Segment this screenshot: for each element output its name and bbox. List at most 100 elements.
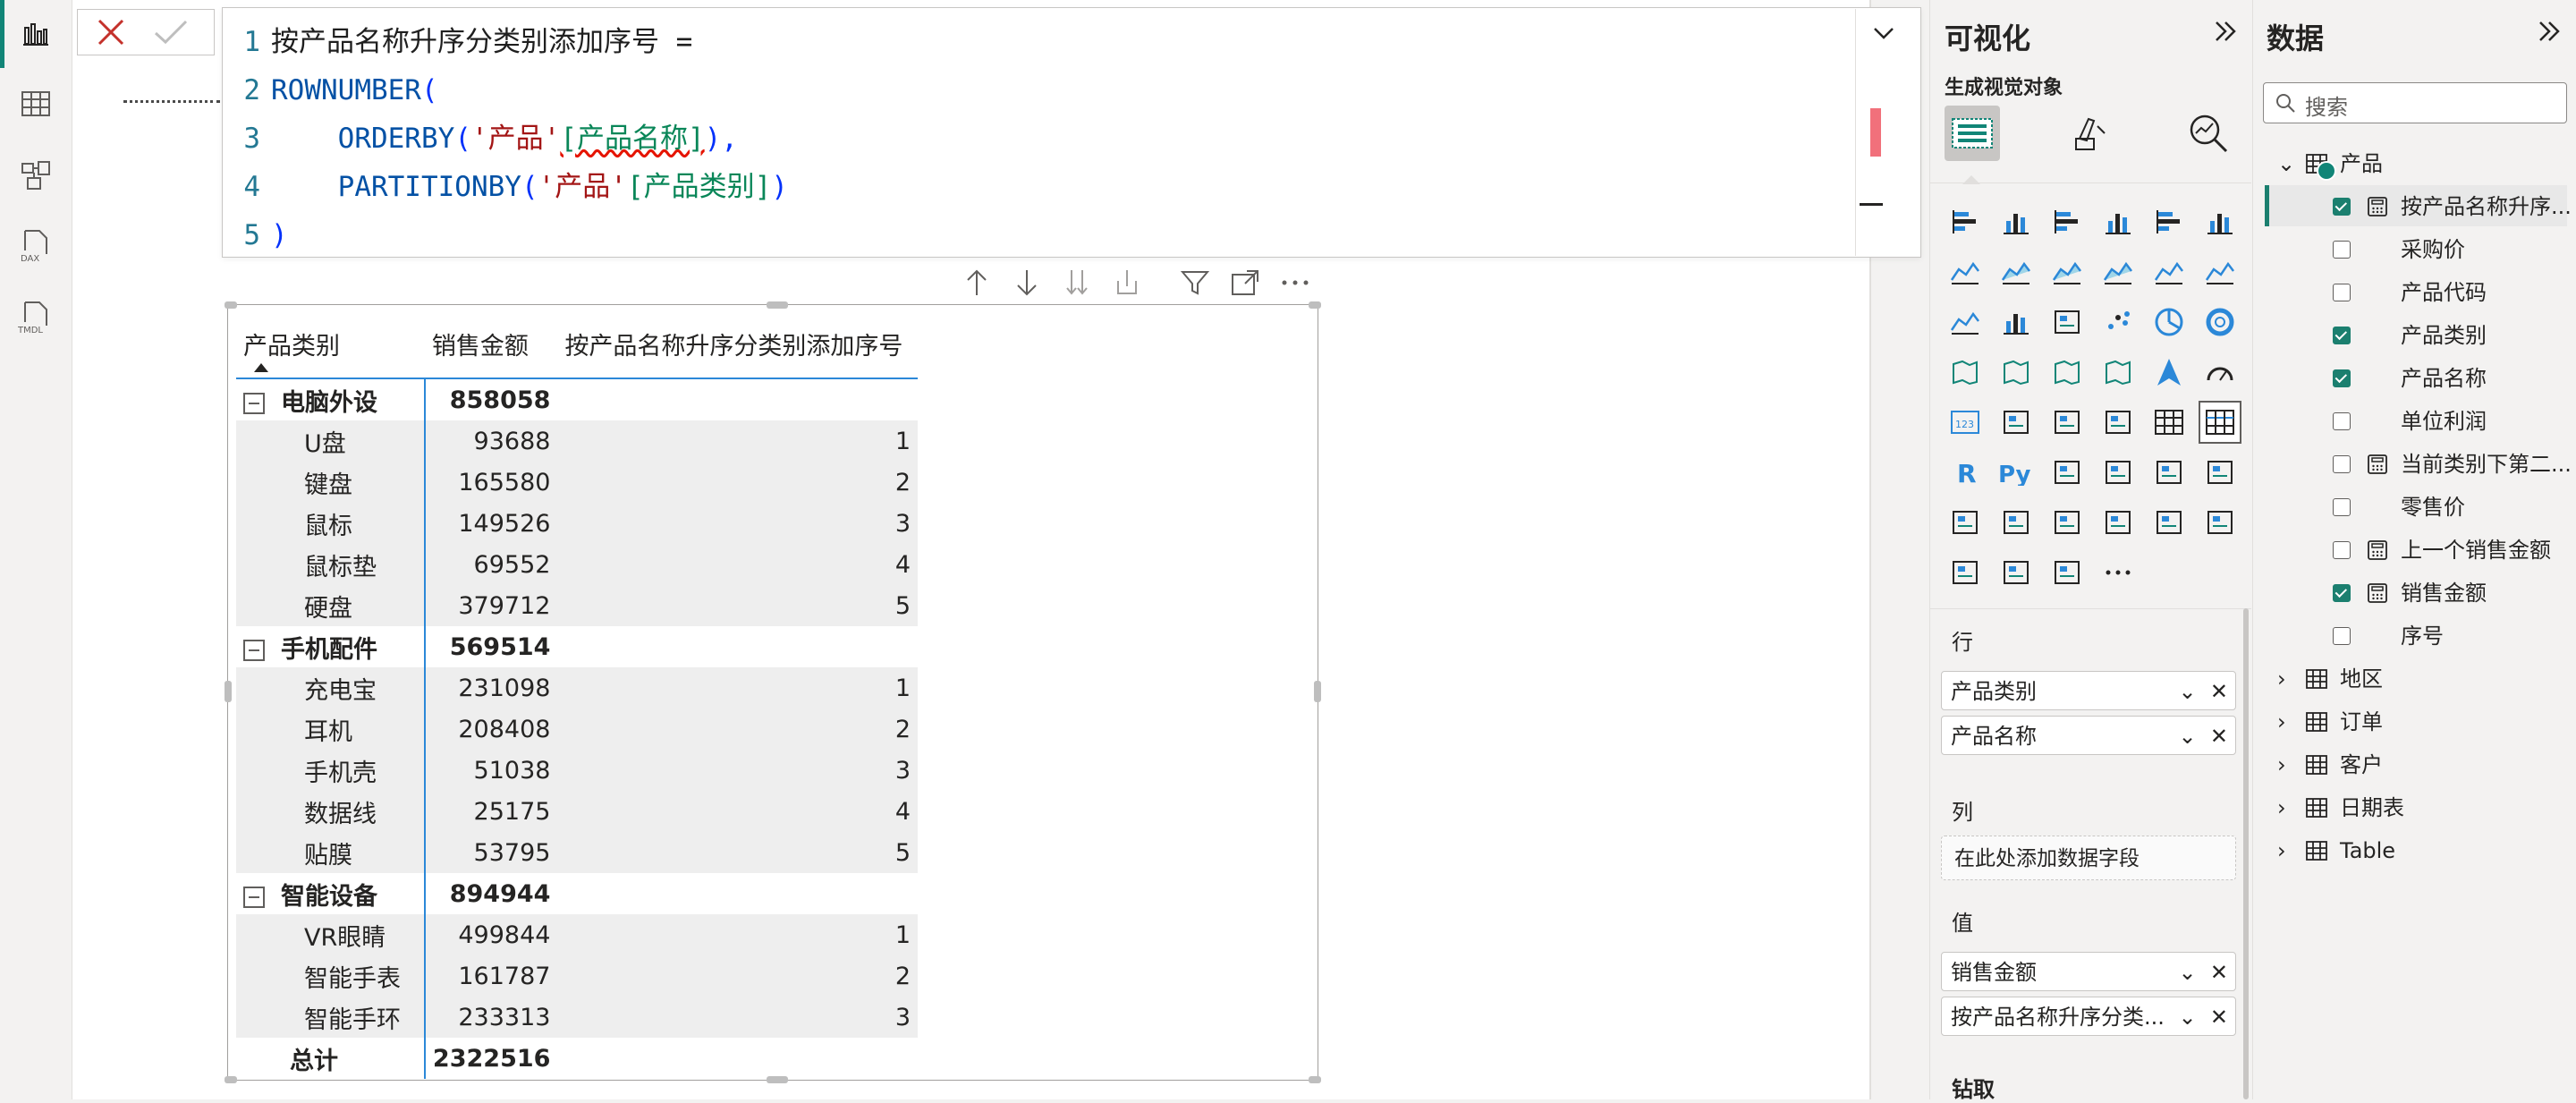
resize-handle[interactable]: [1314, 681, 1321, 702]
shape-map-icon[interactable]: [2098, 352, 2138, 392]
values-field-sales[interactable]: 销售金额 ⌄ ✕: [1941, 952, 2236, 991]
field-item[interactable]: 单位利润: [2333, 401, 2487, 442]
drill-up-icon[interactable]: [962, 267, 992, 298]
donut-chart-icon[interactable]: [2200, 302, 2240, 342]
qa-icon[interactable]: [2149, 453, 2189, 492]
chevron-right-icon[interactable]: ›: [2277, 830, 2297, 871]
paginated-report-icon[interactable]: [1996, 503, 2036, 542]
table-node[interactable]: › 日期表: [2277, 787, 2404, 828]
column-header-sales[interactable]: 销售金额: [424, 310, 558, 379]
table-node[interactable]: › 地区: [2277, 658, 2383, 700]
100-stacked-area-chart-icon[interactable]: [2098, 252, 2138, 292]
power-automate-icon[interactable]: [2200, 503, 2240, 542]
more-options-icon[interactable]: [1280, 267, 1310, 298]
close-icon[interactable]: ✕: [2210, 1005, 2228, 1030]
analytics-tab-icon[interactable]: [2181, 106, 2236, 161]
scatter-chart-icon[interactable]: [2098, 302, 2138, 342]
collapse-icon[interactable]: [243, 393, 265, 414]
power-apps-visual-icon[interactable]: [1996, 553, 2036, 592]
rows-field-category[interactable]: 产品类别 ⌄ ✕: [1941, 671, 2236, 710]
field-item[interactable]: 采购价: [2333, 229, 2465, 270]
more-visuals-icon[interactable]: [2098, 553, 2138, 592]
close-icon[interactable]: ✕: [2210, 960, 2228, 985]
values-field-row-number[interactable]: 按产品名称升序分类... ⌄ ✕: [1941, 997, 2236, 1036]
chevron-down-icon[interactable]: ⌄: [2179, 1005, 2197, 1030]
chevron-down-icon[interactable]: ⌄: [2179, 679, 2197, 704]
resize-handle[interactable]: [225, 681, 232, 702]
resize-handle[interactable]: [1309, 1076, 1321, 1083]
power-automate-flow-icon[interactable]: [1945, 553, 1985, 592]
table-node[interactable]: › Table: [2277, 830, 2395, 871]
stacked-column-chart-icon[interactable]: [1996, 202, 2036, 242]
matrix-icon[interactable]: [2199, 401, 2241, 444]
build-visual-tab-icon[interactable]: [1945, 106, 2000, 161]
collapse-icon[interactable]: [243, 887, 265, 908]
columns-drop-zone[interactable]: 在此处添加数据字段: [1941, 836, 2236, 880]
chevron-right-icon[interactable]: ›: [2277, 787, 2297, 828]
power-automate-button-icon[interactable]: [2047, 553, 2087, 592]
field-item[interactable]: 产品类别: [2333, 315, 2487, 356]
clustered-column-chart-icon[interactable]: [2098, 202, 2138, 242]
ribbon-chart-icon[interactable]: [1945, 302, 1985, 342]
close-icon[interactable]: ✕: [2210, 679, 2228, 704]
field-item[interactable]: 产品名称: [2333, 358, 2487, 399]
column-header-row-number[interactable]: 按产品名称升序分类别添加序号: [557, 310, 918, 379]
r-visual-icon[interactable]: R: [1945, 453, 1985, 492]
table-view-icon[interactable]: [16, 84, 55, 123]
chevron-right-icon[interactable]: ›: [2277, 744, 2297, 785]
collapse-viz-pane-icon[interactable]: [2213, 18, 2240, 52]
field-item[interactable]: 序号: [2333, 615, 2444, 657]
model-view-icon[interactable]: [16, 156, 55, 195]
data-search-input[interactable]: 搜索: [2263, 82, 2567, 123]
clustered-bar-chart-icon[interactable]: [2047, 202, 2087, 242]
field-checkbox[interactable]: [2333, 327, 2351, 344]
chevron-down-icon[interactable]: ⌄: [2179, 724, 2197, 749]
field-checkbox[interactable]: [2333, 498, 2351, 516]
goals-icon[interactable]: [1945, 503, 1985, 542]
filled-map-icon[interactable]: [2047, 352, 2087, 392]
table-node[interactable]: › 客户: [2277, 744, 2383, 785]
field-item[interactable]: 按产品名称升序...: [2333, 186, 2572, 227]
dax-formula-editor[interactable]: 1 按产品名称升序分类别添加序号 = 2 ROWNUMBER( 3 ORDERBY(…: [222, 7, 1921, 258]
field-checkbox[interactable]: [2333, 584, 2351, 602]
field-item[interactable]: 当前类别下第二...: [2333, 444, 2572, 485]
scroll-thumb[interactable]: [1860, 203, 1883, 206]
kpi-icon[interactable]: [2047, 403, 2087, 442]
key-influencers-icon[interactable]: [2047, 453, 2087, 492]
resize-handle[interactable]: [767, 301, 788, 309]
stacked-area-chart-icon[interactable]: [2047, 252, 2087, 292]
expand-all-icon[interactable]: [1112, 267, 1142, 298]
funnel-chart-icon[interactable]: [2047, 302, 2087, 342]
collapse-data-pane-icon[interactable]: [2537, 18, 2563, 52]
field-checkbox[interactable]: [2333, 455, 2351, 473]
format-visual-tab-icon[interactable]: [2063, 106, 2118, 161]
field-checkbox[interactable]: [2333, 198, 2351, 216]
card-new-icon[interactable]: [2047, 503, 2087, 542]
slicer-icon[interactable]: [2098, 403, 2138, 442]
drill-down-icon[interactable]: [1012, 267, 1042, 298]
commit-formula-icon[interactable]: [153, 17, 189, 51]
treemap-icon[interactable]: [1945, 352, 1985, 392]
line-and-clustered-column-icon[interactable]: [2200, 252, 2240, 292]
waterfall-chart-icon[interactable]: [1996, 302, 2036, 342]
slicer-new-icon[interactable]: [2098, 503, 2138, 542]
filter-icon[interactable]: [1180, 267, 1210, 298]
decomposition-tree-icon[interactable]: [2098, 453, 2138, 492]
field-checkbox[interactable]: [2333, 241, 2351, 259]
field-checkbox[interactable]: [2333, 284, 2351, 301]
chevron-down-icon[interactable]: ⌄: [2277, 143, 2297, 184]
field-item[interactable]: 上一个销售金额: [2333, 530, 2551, 571]
rows-field-product-name[interactable]: 产品名称 ⌄ ✕: [1941, 716, 2236, 755]
field-checkbox[interactable]: [2333, 627, 2351, 645]
chevron-down-icon[interactable]: [1872, 24, 1895, 46]
chevron-right-icon[interactable]: ›: [2277, 701, 2297, 742]
stacked-bar-chart-icon[interactable]: [1945, 202, 1985, 242]
field-checkbox[interactable]: [2333, 412, 2351, 430]
column-header-category[interactable]: 产品类别: [236, 310, 425, 379]
focus-mode-icon[interactable]: [1230, 267, 1260, 298]
expand-next-level-icon[interactable]: [1062, 267, 1092, 298]
table-icon[interactable]: [2149, 403, 2189, 442]
100-stacked-column-chart-icon[interactable]: [2200, 202, 2240, 242]
table-node[interactable]: › 订单: [2277, 701, 2383, 742]
line-chart-icon[interactable]: [1945, 252, 1985, 292]
